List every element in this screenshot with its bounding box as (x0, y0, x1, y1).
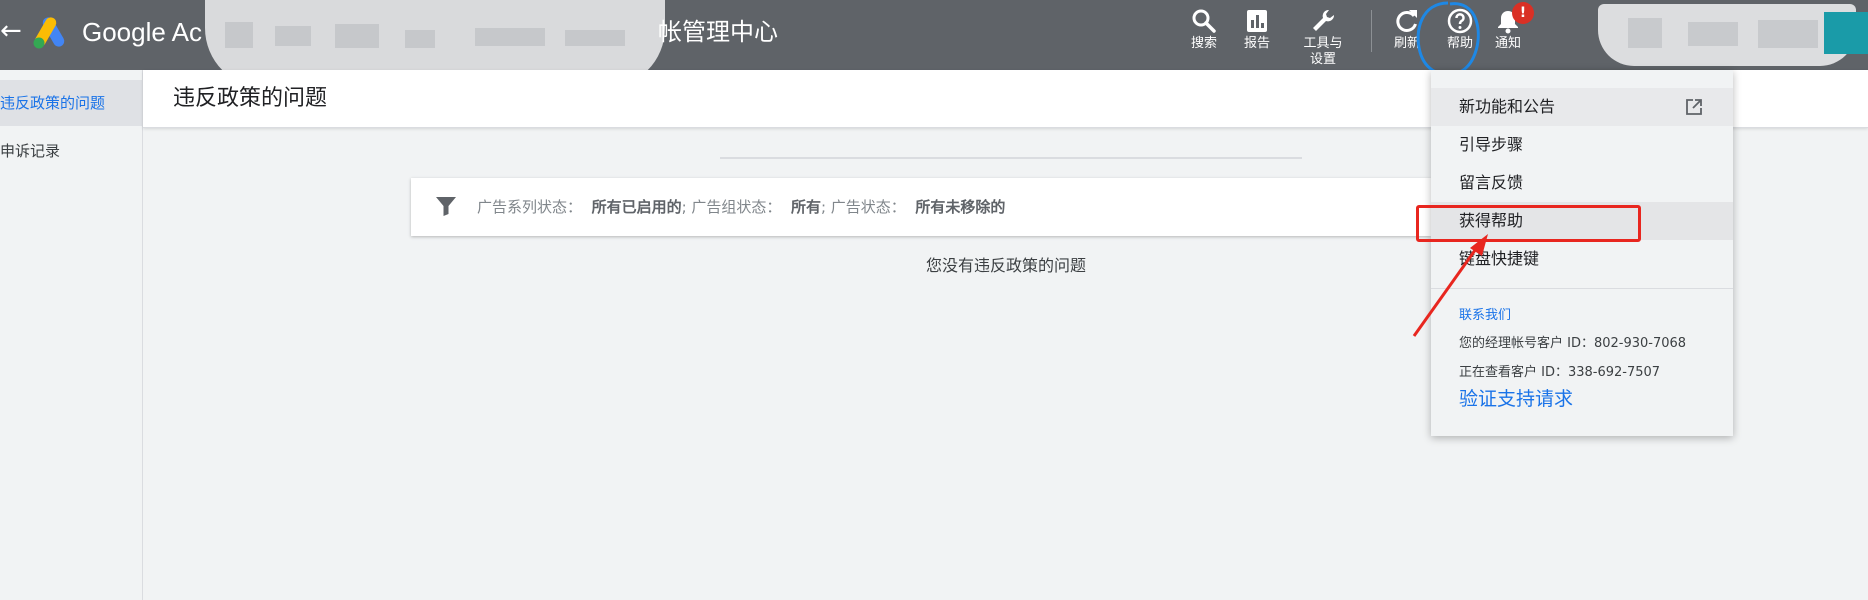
sidebar: 违反政策的问题 申诉记录 (0, 70, 143, 600)
menu-item-send-feedback[interactable]: 留言反馈 (1431, 164, 1733, 202)
page-title: 违反政策的问题 (173, 86, 328, 111)
arrow-left-icon[interactable]: ← (0, 16, 22, 46)
redacted-account-info (1598, 4, 1856, 66)
menu-item-guided-steps[interactable]: 引导步骤 (1431, 126, 1733, 164)
wrench-icon (1313, 9, 1335, 31)
filter-label: 广告系列状态： (477, 198, 583, 216)
menu-item-label: 留言反馈 (1459, 173, 1524, 192)
divider (720, 157, 1302, 159)
top-bar: ← Google Ac 帐管理中心 搜索 报告 工具与 设置 刷新 帮助 通知 … (0, 0, 1868, 88)
search-label: 搜索 (1190, 36, 1217, 51)
menu-item-whats-new[interactable]: 新功能和公告 (1431, 88, 1733, 126)
notification-badge: ! (1512, 2, 1534, 24)
filter-summary[interactable]: 广告系列状态： 所有已启用的; 广告组状态： 所有; 广告状态： 所有未移除的 (477, 196, 1005, 218)
red-annotation-arrow (1412, 234, 1488, 337)
tools-settings-button[interactable]: 工具与 设置 (1296, 6, 1350, 68)
sidebar-item-label: 申诉记录 (0, 142, 61, 160)
external-link-icon (1686, 99, 1702, 115)
menu-item-label: 新功能和公告 (1459, 97, 1556, 116)
search-button[interactable]: 搜索 (1183, 6, 1225, 52)
verify-support-request-link[interactable]: 验证支持请求 (1459, 386, 1573, 412)
filter-bar[interactable]: 广告系列状态： 所有已启用的; 广告组状态： 所有; 广告状态： 所有未移除的 (411, 178, 1431, 236)
filter-value: 所有已启用的 (591, 198, 682, 216)
avatar[interactable] (1824, 12, 1868, 54)
viewing-customer-id: 正在查看客户 ID：338-692-7507 (1459, 365, 1661, 380)
filter-icon[interactable] (435, 195, 457, 217)
bar-chart-icon (1247, 10, 1267, 32)
menu-item-label: 引导步骤 (1459, 135, 1524, 154)
sidebar-item-appeal-history[interactable]: 申诉记录 (0, 128, 142, 174)
filter-label: ; 广告组状态： (681, 198, 782, 216)
filter-label: ; 广告状态： (820, 198, 906, 216)
app-name[interactable]: Google Ac (82, 15, 202, 49)
filter-value: 所有 (790, 198, 821, 216)
sidebar-item-label: 违反政策的问题 (0, 94, 106, 112)
sidebar-item-policy-issues[interactable]: 违反政策的问题 (0, 80, 142, 126)
filter-value: 所有未移除的 (915, 198, 1006, 216)
account-title: 帐管理中心 (658, 18, 778, 46)
tools-settings-label: 工具与 设置 (1303, 36, 1343, 67)
empty-state-message: 您没有违反政策的问题 (926, 256, 1087, 275)
toolbar-divider (1371, 10, 1372, 52)
reports-label: 报告 (1243, 36, 1270, 51)
notifications-label: 通知 (1494, 36, 1521, 51)
google-ads-logo[interactable] (30, 14, 70, 50)
search-icon (1192, 9, 1216, 33)
reports-button[interactable]: 报告 (1236, 6, 1278, 52)
